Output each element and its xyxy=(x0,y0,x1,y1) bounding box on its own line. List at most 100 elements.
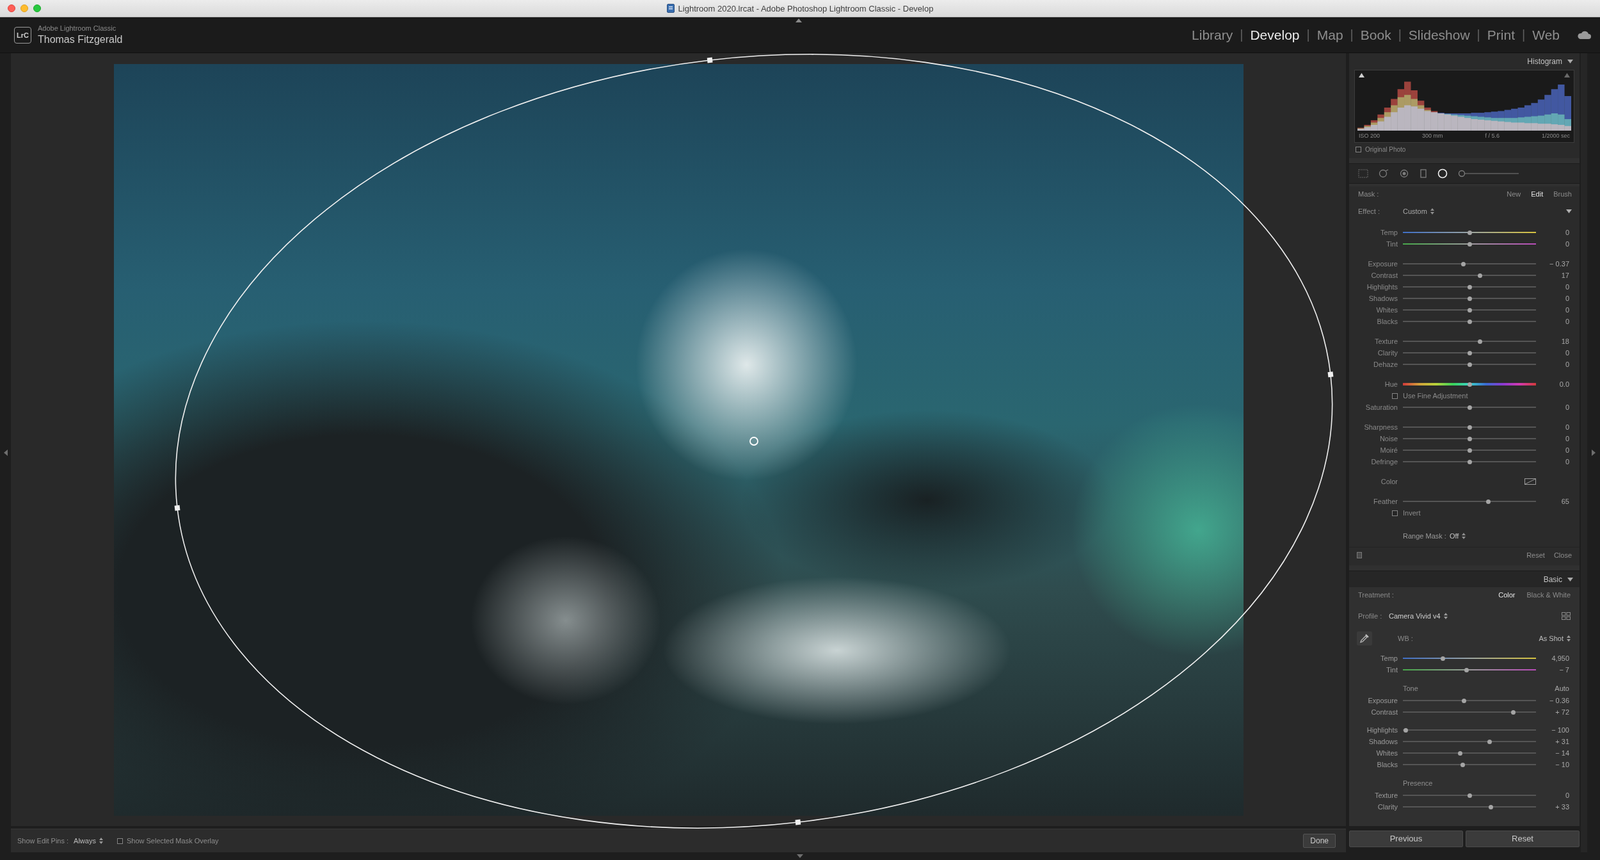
left-handle[interactable] xyxy=(174,504,180,511)
slider-knob[interactable] xyxy=(1467,436,1472,441)
slider-value[interactable]: 0 xyxy=(1541,423,1570,431)
slider-track[interactable] xyxy=(1402,382,1536,386)
slider-track[interactable] xyxy=(1402,309,1536,311)
slider-knob[interactable] xyxy=(1461,698,1467,703)
slider-track[interactable] xyxy=(1402,263,1536,265)
slider-knob[interactable] xyxy=(1467,424,1472,430)
slider-value[interactable]: + 72 xyxy=(1541,707,1570,716)
slider-knob[interactable] xyxy=(1467,792,1472,798)
slider-track[interactable] xyxy=(1402,297,1536,299)
slider-value[interactable]: − 0.36 xyxy=(1541,696,1570,704)
filmstrip-edge[interactable] xyxy=(0,851,1600,860)
radial-filter-ellipse[interactable] xyxy=(133,0,1375,860)
module-tab[interactable]: Print xyxy=(1487,27,1515,43)
slider-track[interactable] xyxy=(1402,668,1536,671)
slider-track[interactable] xyxy=(1402,426,1536,428)
slider-value[interactable]: 65 xyxy=(1541,497,1570,505)
slider-knob[interactable] xyxy=(1467,241,1472,247)
toggle-switch-icon[interactable] xyxy=(1356,551,1362,559)
footer-button[interactable]: Close xyxy=(1553,551,1572,559)
collapse-top-icon[interactable] xyxy=(795,18,802,23)
slider-knob[interactable] xyxy=(1488,804,1494,809)
footer-button[interactable]: Reset xyxy=(1526,551,1545,559)
panel-scrollbar[interactable] xyxy=(1580,53,1588,852)
slider-track[interactable] xyxy=(1402,699,1536,701)
zoom-button[interactable] xyxy=(33,4,41,13)
slider-knob[interactable] xyxy=(1467,296,1472,301)
treatment-option[interactable]: Color xyxy=(1498,590,1515,599)
edit-pins-select[interactable]: Always xyxy=(73,836,104,845)
checkbox-box[interactable] xyxy=(1392,510,1398,516)
histogram-header[interactable]: Histogram xyxy=(1349,53,1580,70)
basic-header[interactable]: Basic xyxy=(1349,570,1580,587)
slider-value[interactable]: 0 xyxy=(1541,403,1570,411)
module-tab[interactable]: Book xyxy=(1360,27,1392,43)
slider-value[interactable]: 17 xyxy=(1541,271,1570,280)
tool-button[interactable] xyxy=(1399,168,1410,178)
group-action[interactable]: Auto xyxy=(1541,684,1570,692)
slider-value[interactable]: − 10 xyxy=(1541,760,1570,768)
slider-value[interactable]: − 14 xyxy=(1541,748,1570,757)
tool-button[interactable] xyxy=(1437,168,1448,179)
slider-track[interactable] xyxy=(1402,286,1536,288)
collapse-right-icon[interactable] xyxy=(1591,449,1596,456)
slider-track[interactable] xyxy=(1402,805,1536,808)
effect-select[interactable]: Custom xyxy=(1402,207,1435,216)
left-panel-edge[interactable] xyxy=(0,53,11,852)
slider-knob[interactable] xyxy=(1440,656,1446,661)
top-handle[interactable] xyxy=(706,56,713,63)
slider-knob[interactable] xyxy=(1467,319,1472,324)
slider-knob[interactable] xyxy=(1477,339,1483,344)
slider-value[interactable]: 0 xyxy=(1541,317,1570,326)
tool-button[interactable] xyxy=(1419,168,1428,178)
slider-track[interactable] xyxy=(1402,363,1536,365)
collapse-icon[interactable] xyxy=(1566,209,1572,214)
slider-track[interactable] xyxy=(1402,728,1536,731)
wb-select[interactable]: As Shot xyxy=(1538,634,1571,642)
range-mask-select[interactable]: Range Mask :Off xyxy=(1402,531,1570,540)
mask-action[interactable]: Edit xyxy=(1530,190,1544,198)
slider-value[interactable]: − 7 xyxy=(1541,665,1570,674)
slider-track[interactable] xyxy=(1402,243,1536,245)
checkbox-box[interactable] xyxy=(1355,146,1362,153)
module-tab[interactable]: Develop xyxy=(1249,27,1300,43)
mask-action[interactable]: New xyxy=(1506,190,1521,198)
mask-overlay-checkbox[interactable]: Show Selected Mask Overlay xyxy=(117,836,219,845)
checkbox-label[interactable]: Use Fine Adjustment xyxy=(1402,391,1570,400)
slider-value[interactable]: 0 xyxy=(1541,240,1570,248)
slider-knob[interactable] xyxy=(1467,350,1472,356)
color-swatch-icon[interactable] xyxy=(1524,478,1536,485)
slider-knob[interactable] xyxy=(1467,459,1472,464)
highlight-clipping-icon[interactable] xyxy=(1564,72,1570,78)
slider-value[interactable]: − 100 xyxy=(1541,725,1570,734)
slider-track[interactable] xyxy=(1402,460,1536,463)
mask-action[interactable]: Brush xyxy=(1553,190,1572,198)
shadow-clipping-icon[interactable] xyxy=(1358,72,1365,78)
right-handle[interactable] xyxy=(1327,371,1334,377)
slider-value[interactable]: 0 xyxy=(1541,282,1570,291)
cloud-icon[interactable] xyxy=(1576,30,1592,40)
slider-track[interactable] xyxy=(1402,406,1536,408)
tool-button[interactable] xyxy=(1378,168,1389,178)
checkbox-box[interactable] xyxy=(1392,392,1398,399)
close-button[interactable] xyxy=(7,4,16,13)
collapse-icon[interactable] xyxy=(1567,577,1574,582)
slider-value[interactable]: 0 xyxy=(1541,434,1570,443)
checkbox-label[interactable]: Invert xyxy=(1402,508,1570,517)
right-panel-edge[interactable] xyxy=(1587,53,1600,852)
slider-knob[interactable] xyxy=(1467,230,1472,235)
slider-value[interactable]: 18 xyxy=(1541,337,1570,345)
slider-knob[interactable] xyxy=(1467,448,1472,453)
slider-knob[interactable] xyxy=(1511,709,1516,715)
collapse-icon[interactable] xyxy=(1567,59,1574,64)
edit-pin[interactable] xyxy=(750,437,758,445)
panel-button[interactable]: Reset xyxy=(1465,830,1580,847)
slider-knob[interactable] xyxy=(1487,739,1492,744)
slider-track[interactable] xyxy=(1402,500,1536,502)
slider-knob[interactable] xyxy=(1460,762,1465,767)
profile-select[interactable]: Camera Vivid v4 xyxy=(1388,611,1448,620)
slider-track[interactable] xyxy=(1402,752,1536,754)
slider-track[interactable] xyxy=(1402,657,1536,659)
expand-left-icon[interactable] xyxy=(3,449,8,456)
slider-value[interactable]: 0 xyxy=(1541,360,1570,368)
